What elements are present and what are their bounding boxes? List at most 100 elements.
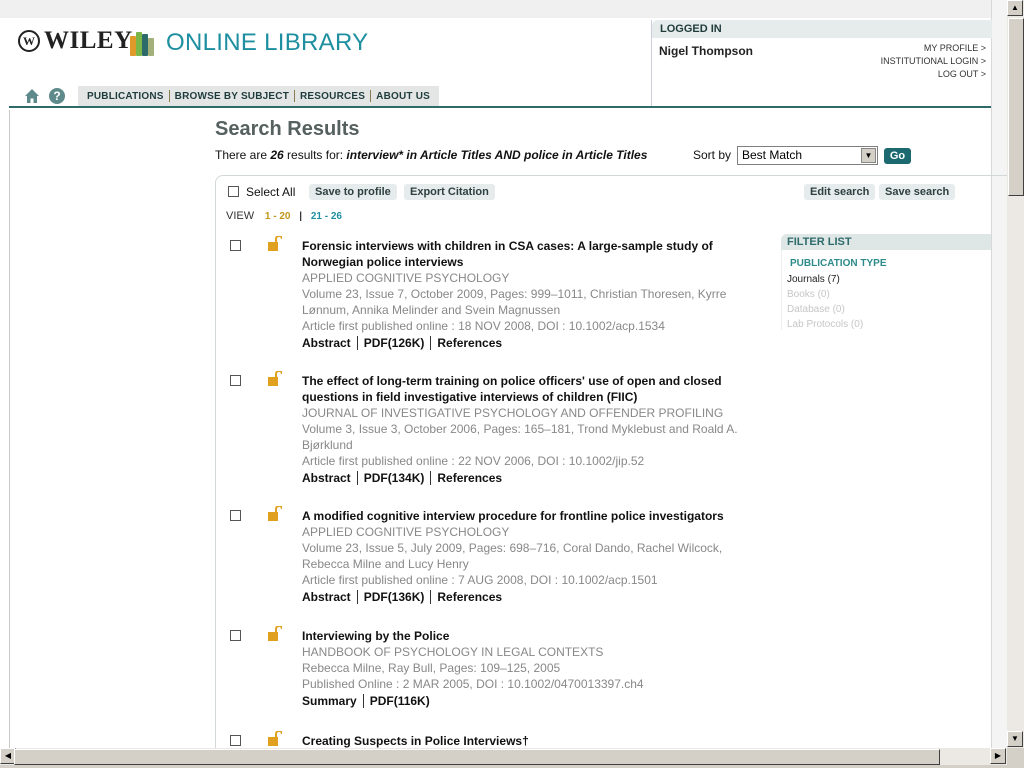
main-nav: PUBLICATIONS BROWSE BY SUBJECT RESOURCES…	[78, 86, 439, 106]
result-details: Volume 3, Issue 3, October 2006, Pages: …	[302, 422, 738, 452]
page-separator: |	[299, 211, 303, 222]
link-separator	[362, 694, 364, 708]
link-separator	[356, 336, 358, 350]
result-checkbox[interactable]	[230, 240, 241, 251]
result-journal[interactable]: HANDBOOK OF PSYCHOLOGY IN LEGAL CONTEXTS	[302, 644, 757, 660]
save-search-button[interactable]: Save search	[879, 184, 956, 200]
open-lock-icon	[268, 236, 282, 251]
scrollbar-corner	[1007, 748, 1024, 768]
result-title[interactable]: Forensic interviews with children in CSA…	[302, 238, 757, 270]
select-all-label[interactable]: Select All	[246, 185, 295, 199]
library-name: ONLINE LIBRARY	[166, 29, 369, 56]
tab-about-us[interactable]: ABOUT US	[371, 91, 435, 102]
pagination: VIEW 1 - 20 | 21 - 26	[226, 210, 342, 222]
abstract-link[interactable]: Abstract	[302, 335, 351, 351]
result-published: Article first published online : 18 NOV …	[302, 319, 665, 333]
scroll-right-icon[interactable]: ▶	[990, 748, 1006, 764]
books-icon	[130, 28, 160, 56]
result-checkbox[interactable]	[230, 630, 241, 641]
select-all-checkbox[interactable]	[228, 186, 239, 197]
result-count: 26	[270, 148, 284, 162]
result-journal[interactable]: APPLIED COGNITIVE PSYCHOLOGY	[302, 270, 757, 286]
result-title[interactable]: A modified cognitive interview procedure…	[302, 508, 757, 524]
link-separator	[430, 336, 432, 350]
link-separator	[356, 590, 358, 604]
filter-heading: FILTER LIST	[781, 234, 991, 250]
filter-divider	[781, 250, 782, 330]
summary-link[interactable]: Summary	[302, 693, 357, 709]
open-lock-icon	[268, 731, 282, 746]
result-checkbox[interactable]	[230, 375, 241, 386]
help-icon[interactable]: ?	[49, 88, 65, 104]
result-links: Summary PDF(116K)	[302, 693, 757, 709]
save-to-profile-button[interactable]: Save to profile	[309, 184, 397, 200]
tab-publications[interactable]: PUBLICATIONS	[82, 91, 169, 102]
result-published: Published Online : 2 MAR 2005, DOI : 10.…	[302, 677, 644, 691]
result-title[interactable]: Creating Suspects in Police Interviews†	[302, 733, 757, 748]
references-link[interactable]: References	[437, 470, 502, 486]
page-next-link[interactable]: 21 - 26	[311, 211, 342, 222]
abstract-link[interactable]: Abstract	[302, 589, 351, 605]
link-separator	[356, 471, 358, 485]
vertical-scroll-thumb[interactable]	[1008, 18, 1024, 196]
result-details: Rebecca Milne, Ray Bull, Pages: 109–125,…	[302, 661, 561, 675]
summary-prefix: There are	[215, 148, 271, 162]
references-link[interactable]: References	[437, 335, 502, 351]
result-checkbox[interactable]	[230, 735, 241, 746]
page-current: 1 - 20	[264, 211, 291, 222]
edit-search-button[interactable]: Edit search	[804, 184, 876, 200]
pdf-link[interactable]: PDF(126K)	[364, 335, 425, 351]
pdf-link[interactable]: PDF(134K)	[364, 470, 425, 486]
scroll-up-icon[interactable]: ▲	[1007, 0, 1023, 16]
log-out-link[interactable]: LOG OUT >	[881, 68, 986, 81]
result-published: Article first published online : 7 AUG 2…	[302, 573, 658, 587]
left-border	[9, 110, 10, 748]
view-label: VIEW	[226, 210, 255, 222]
tab-resources[interactable]: RESOURCES	[295, 91, 370, 102]
result-journal[interactable]: APPLIED COGNITIVE PSYCHOLOGY	[302, 524, 757, 540]
open-lock-icon	[268, 371, 282, 386]
result-details: Volume 23, Issue 7, October 2009, Pages:…	[302, 287, 727, 317]
search-query: interview* in Article Titles AND police …	[346, 148, 648, 162]
result-links: Abstract PDF(126K) References	[302, 335, 757, 351]
home-icon[interactable]	[24, 88, 40, 104]
filter-database: Database (0)	[787, 304, 845, 315]
result-title[interactable]: Interviewing by the Police	[302, 628, 757, 644]
filter-list: FILTER LIST PUBLICATION TYPE Journals (7…	[781, 234, 991, 330]
nav-rule	[9, 106, 991, 108]
result-published: Article first published online : 22 NOV …	[302, 454, 645, 468]
filter-journals[interactable]: Journals (7)	[787, 272, 991, 287]
export-citation-button[interactable]: Export Citation	[404, 184, 495, 200]
result-title[interactable]: The effect of long-term training on poli…	[302, 373, 757, 405]
scroll-down-icon[interactable]: ▼	[1007, 731, 1023, 747]
sort-label: Sort by	[693, 148, 732, 162]
filter-lab-protocols: Lab Protocols (0)	[787, 319, 864, 330]
link-separator	[430, 471, 432, 485]
sort-value: Best Match	[742, 148, 803, 162]
references-link[interactable]: References	[437, 589, 502, 605]
my-profile-link[interactable]: MY PROFILE >	[881, 42, 986, 55]
login-heading: LOGGED IN	[652, 20, 992, 38]
browser-viewport: W WILEY ONLINE LIBRARY ? PUBLICATIONS BR…	[0, 0, 1007, 748]
user-name: Nigel Thompson	[659, 44, 753, 58]
pdf-link[interactable]: PDF(136K)	[364, 589, 425, 605]
page-title: Search Results	[215, 118, 360, 140]
result-details: Volume 23, Issue 5, July 2009, Pages: 69…	[302, 541, 723, 571]
account-links: MY PROFILE > INSTITUTIONAL LOGIN > LOG O…	[881, 42, 986, 81]
result-journal[interactable]: JOURNAL OF INVESTIGATIVE PSYCHOLOGY AND …	[302, 405, 757, 421]
brand-name: WILEY	[44, 27, 133, 54]
tab-browse-by-subject[interactable]: BROWSE BY SUBJECT	[170, 91, 294, 102]
abstract-link[interactable]: Abstract	[302, 470, 351, 486]
results-summary: There are 26 results for: interview* in …	[215, 148, 647, 162]
go-button[interactable]: Go	[884, 148, 911, 164]
horizontal-scroll-thumb[interactable]	[14, 749, 940, 765]
sort-select[interactable]: Best Match ▼	[737, 146, 878, 165]
filter-books: Books (0)	[787, 289, 830, 300]
institutional-login-link[interactable]: INSTITUTIONAL LOGIN >	[881, 55, 986, 68]
pdf-link[interactable]: PDF(116K)	[370, 693, 430, 709]
login-box: LOGGED IN Nigel Thompson MY PROFILE > IN…	[651, 20, 992, 106]
link-separator	[430, 590, 432, 604]
chevron-down-icon[interactable]: ▼	[861, 148, 876, 163]
open-lock-icon	[268, 506, 282, 521]
result-checkbox[interactable]	[230, 510, 241, 521]
